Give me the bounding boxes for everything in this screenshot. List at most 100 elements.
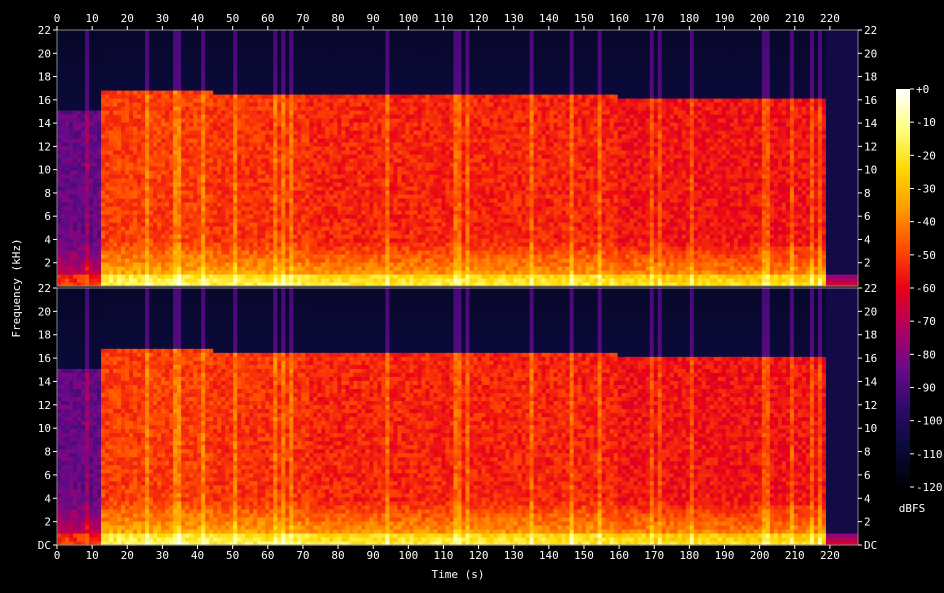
spectro-cell	[293, 142, 298, 147]
spectro-cell	[329, 82, 334, 87]
spectro-cell	[245, 30, 250, 35]
spectro-cell	[213, 182, 218, 187]
spectro-cell	[185, 38, 190, 43]
spectro-cell	[365, 218, 370, 223]
spectro-cell	[117, 42, 122, 47]
spectro-cell	[273, 46, 278, 51]
spectro-cell	[209, 250, 214, 255]
spectro-cell	[325, 122, 330, 127]
spectro-cell	[189, 142, 194, 147]
spectro-cell	[121, 206, 126, 211]
spectro-cell	[153, 266, 158, 271]
spectro-cell	[217, 78, 222, 83]
spectro-cell	[89, 246, 94, 251]
spectro-cell	[237, 174, 242, 179]
spectro-cell	[297, 246, 302, 251]
spectro-cell	[221, 114, 226, 119]
spectro-cell	[189, 234, 194, 239]
spectro-cell	[193, 86, 198, 91]
spectro-cell	[241, 114, 246, 119]
spectro-cell	[349, 198, 354, 203]
spectro-cell	[297, 98, 302, 103]
spectro-cell	[365, 114, 370, 119]
spectro-cell	[61, 206, 66, 211]
spectro-cell	[133, 138, 138, 143]
spectro-cell	[65, 166, 70, 171]
spectro-cell	[269, 94, 274, 99]
spectro-cell	[257, 102, 262, 107]
spectro-cell	[161, 202, 166, 207]
spectro-cell	[365, 154, 370, 159]
spectro-cell	[177, 230, 182, 235]
spectro-cell	[245, 278, 250, 283]
spectro-cell	[213, 130, 218, 135]
spectro-cell	[105, 202, 110, 207]
spectro-cell	[201, 98, 206, 103]
spectro-cell	[109, 42, 114, 47]
spectro-cell	[93, 226, 98, 231]
spectro-cell	[337, 122, 342, 127]
spectro-cell	[209, 122, 214, 127]
spectro-cell	[345, 254, 350, 259]
spectro-cell	[281, 218, 286, 223]
spectro-cell	[157, 82, 162, 87]
spectro-cell	[269, 170, 274, 175]
spectro-cell	[349, 278, 354, 283]
spectro-cell	[149, 198, 154, 203]
spectro-cell	[117, 46, 122, 51]
spectro-cell	[101, 250, 106, 255]
spectro-cell	[125, 98, 130, 103]
spectro-cell	[253, 106, 258, 111]
spectro-cell	[105, 66, 110, 71]
spectro-cell	[249, 222, 254, 227]
spectro-cell	[237, 158, 242, 163]
spectro-cell	[305, 270, 310, 275]
spectro-cell	[141, 126, 146, 131]
spectro-cell	[89, 214, 94, 219]
spectro-cell	[257, 106, 262, 111]
spectro-cell	[89, 198, 94, 203]
spectro-cell	[349, 70, 354, 75]
spectro-cell	[233, 138, 238, 143]
spectro-cell	[353, 138, 358, 143]
spectro-cell	[109, 170, 114, 175]
spectro-cell	[81, 214, 86, 219]
spectro-cell	[285, 70, 290, 75]
spectro-cell	[309, 138, 314, 143]
spectro-cell	[241, 94, 246, 99]
spectro-cell	[237, 214, 242, 219]
spectro-cell	[321, 246, 326, 251]
spectro-cell	[65, 274, 70, 279]
spectro-cell	[173, 98, 178, 103]
spectro-cell	[161, 182, 166, 187]
spectro-cell	[61, 246, 66, 251]
spectro-cell	[145, 198, 150, 203]
spectro-cell	[221, 238, 226, 243]
spectro-cell	[201, 86, 206, 91]
spectro-cell	[109, 174, 114, 179]
spectro-cell	[209, 138, 214, 143]
spectro-cell	[337, 134, 342, 139]
spectro-cell	[105, 218, 110, 223]
spectro-cell	[265, 62, 270, 67]
spectro-cell	[197, 254, 202, 259]
spectro-cell	[341, 226, 346, 231]
spectro-cell	[153, 106, 158, 111]
spectro-cell	[345, 186, 350, 191]
spectro-cell	[233, 194, 238, 199]
spectro-cell	[157, 122, 162, 127]
spectro-cell	[321, 186, 326, 191]
spectro-cell	[165, 134, 170, 139]
spectro-cell	[105, 86, 110, 91]
spectro-cell	[241, 266, 246, 271]
spectro-cell	[93, 258, 98, 263]
spectro-cell	[221, 122, 226, 127]
spectro-cell	[317, 94, 322, 99]
spectro-cell	[317, 34, 322, 39]
spectro-cell	[117, 62, 122, 67]
spectro-cell	[205, 86, 210, 91]
spectro-cell	[293, 34, 298, 39]
spectro-cell	[69, 178, 74, 183]
spectro-cell	[353, 54, 358, 59]
spectro-cell	[337, 146, 342, 151]
